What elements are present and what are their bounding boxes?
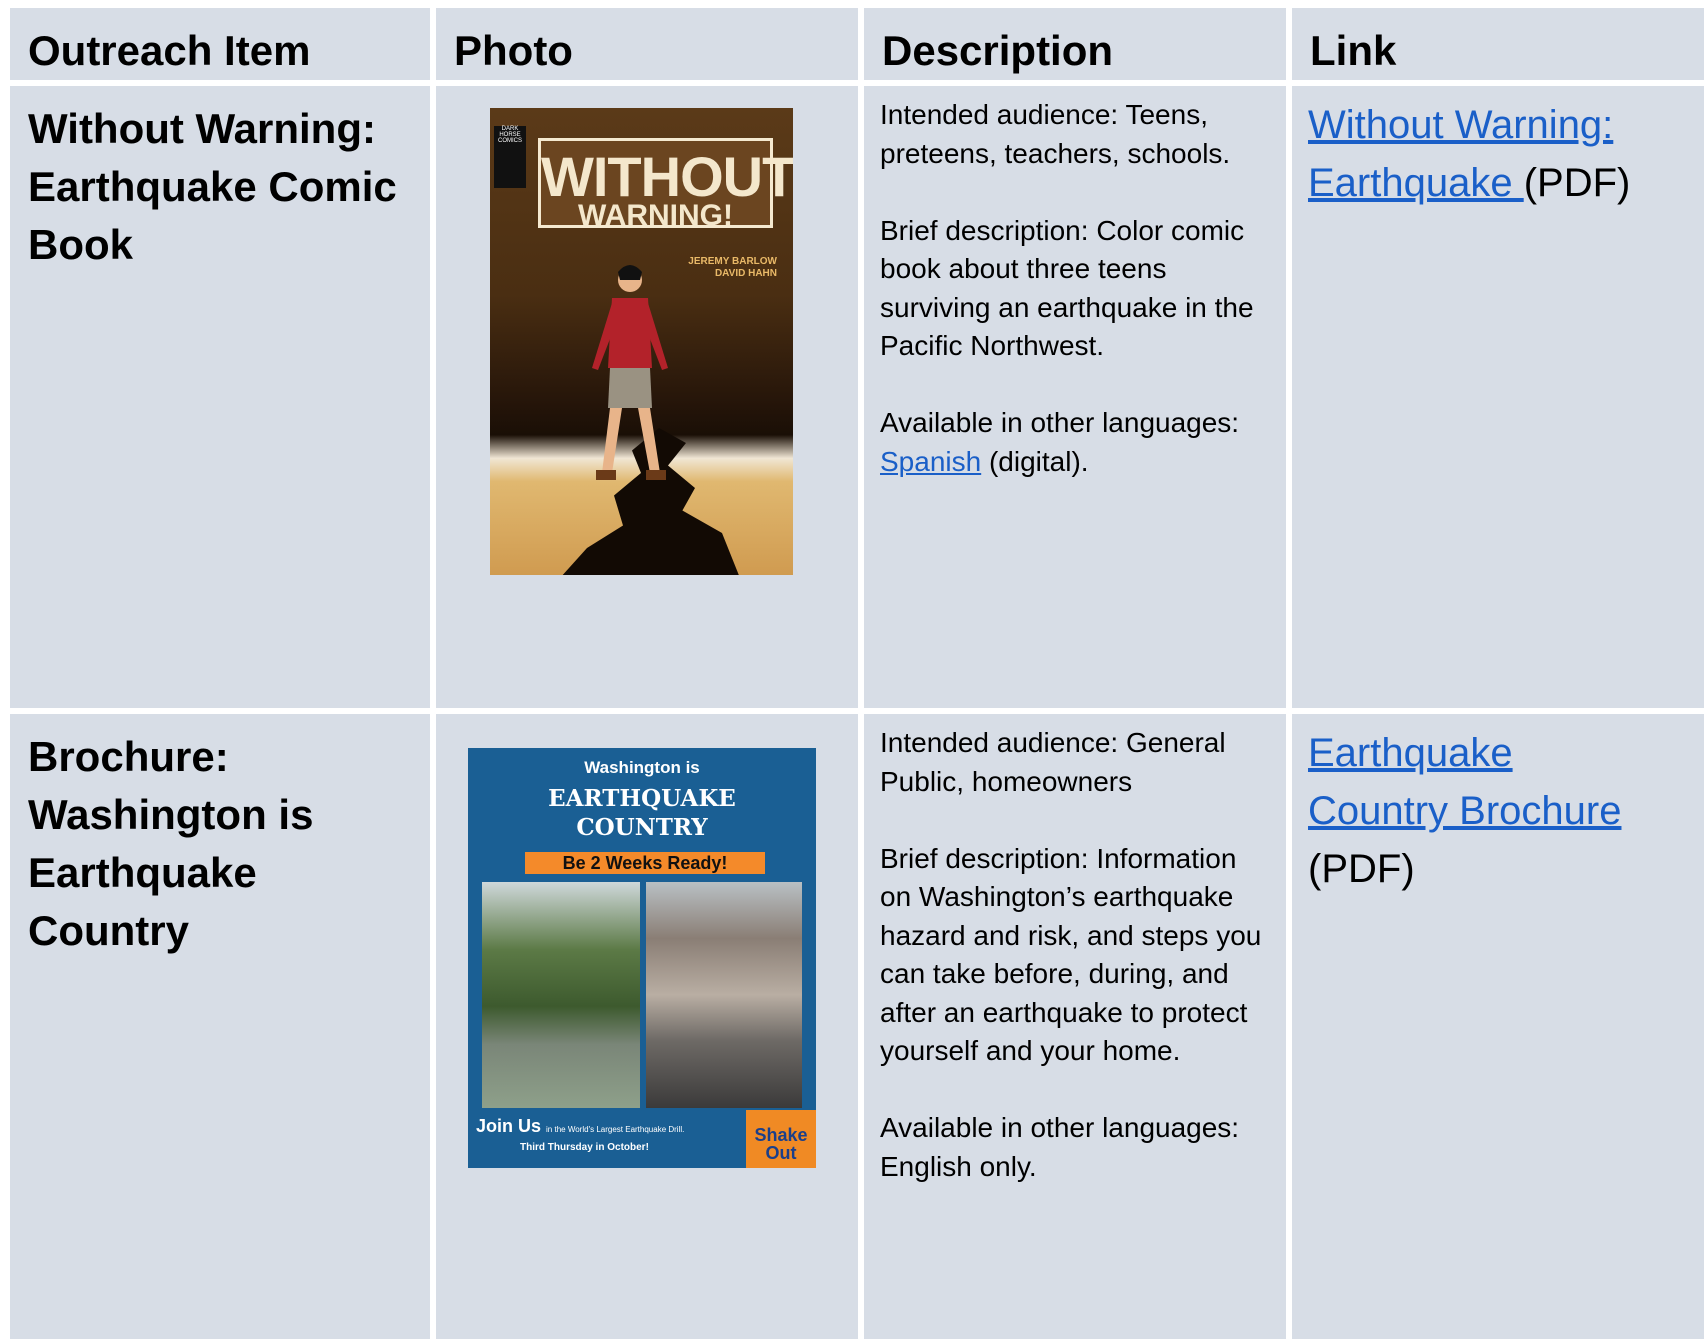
header-outreach-item: Outreach Item [10,8,430,80]
shakeout-logo-line: Out [765,1143,797,1163]
shakeout-logo: Shake Out [746,1110,816,1168]
row1-link-line1: Without Warning: [1308,103,1614,147]
row2-audience: Intended audience: General Public, homeo… [880,727,1226,797]
comic-cover-image: DARK HORSE COMICS WITHOUT WARNING! JEREM… [490,108,793,575]
row1-brief: Brief description: Color comic book abou… [880,214,1254,362]
row1-title-line: Earthquake Comic [28,163,397,210]
row2-title-line: Country [28,907,189,954]
comic-author: JEREMY BARLOW [688,256,777,267]
comic-authors: JEREMY BARLOW DAVID HAHN [688,256,777,280]
shakeout-logo-line: Shake [754,1125,808,1145]
brochure-join-text: Join Us [476,1116,542,1136]
brochure-title-line: COUNTRY [576,814,708,841]
row1-link-cell: Without Warning: Earthquake (PDF) [1292,86,1704,708]
brochure-join: Join Us in the World's Largest Earthquak… [476,1116,684,1137]
row1-title: Without Warning: Earthquake Comic Book [10,86,430,274]
header-description-label: Description [882,27,1114,74]
row2-description: Intended audience: General Public, homeo… [864,714,1286,1339]
brochure-title-line: EARTHQUAKE [548,785,736,812]
comic-title-line1: WITHOUT [541,145,793,208]
outreach-table: Outreach Item Photo Description Link Wit… [0,0,1704,1339]
row1-outreach-item: Without Warning: Earthquake Comic Book [10,86,430,708]
brochure-photo-rubble [646,882,802,1108]
row1-link-suffix: (PDF) [1523,161,1631,205]
row1-languages-prefix: Available in other languages: [880,407,1240,438]
dark-horse-logo: DARK HORSE COMICS [494,126,526,188]
comic-title-line2: WARNING! [578,199,733,232]
row1-languages: Available in other languages: Spanish (di… [880,404,1270,481]
row2-title: Brochure: Washington is Earthquake Count… [10,714,430,960]
row2-title-line: Earthquake [28,849,257,896]
header-photo: Photo [436,8,858,80]
brochure-join-small: in the World's Largest Earthquake Drill. [546,1125,685,1134]
brochure-third-thursday: Third Thursday in October! [520,1142,649,1153]
header-link-label: Link [1310,27,1397,74]
row2-link-line2: Country Brochure [1308,789,1622,833]
brochure-cover-image: Washington is EARTHQUAKE COUNTRY Be 2 We… [468,748,816,1168]
comic-character-figure [592,265,668,480]
brochure-line1: Washington is [584,758,700,777]
row2-link-cell: Earthquake Country Brochure (PDF) [1292,714,1704,1339]
earthquake-country-brochure-pdf-link[interactable]: Earthquake Country Brochure [1308,731,1621,833]
header-link: Link [1292,8,1704,80]
row2-link-line1: Earthquake [1308,731,1513,775]
row2-link-suffix: (PDF) [1308,847,1415,891]
row2-title-line: Washington is [28,791,314,838]
comic-title-box: WITHOUT WARNING! [538,138,793,232]
header-outreach-item-label: Outreach Item [28,27,311,74]
brochure-title: EARTHQUAKE COUNTRY [468,784,816,842]
row1-languages-suffix: (digital). [981,445,1089,477]
comic-author: DAVID HAHN [714,268,777,279]
brochure-photo-landslide [482,882,640,1108]
row2-title-line: Brochure: [28,733,229,780]
row1-description: Intended audience: Teens, preteens, teac… [864,86,1286,708]
row1-title-line: Without Warning: [28,105,376,152]
header-description: Description [864,8,1286,80]
row2-outreach-item: Brochure: Washington is Earthquake Count… [10,714,430,1339]
row1-title-line: Book [28,221,133,268]
header-photo-label: Photo [454,27,573,74]
spanish-link[interactable]: Spanish [880,446,981,477]
row2-languages: Available in other languages: English on… [880,1112,1240,1182]
row1-link-line2: Earthquake [1308,161,1524,205]
row2-brief: Brief description: Information on Washin… [880,842,1262,1067]
row1-audience: Intended audience: Teens, preteens, teac… [880,99,1231,169]
brochure-banner: Be 2 Weeks Ready! [525,852,765,874]
